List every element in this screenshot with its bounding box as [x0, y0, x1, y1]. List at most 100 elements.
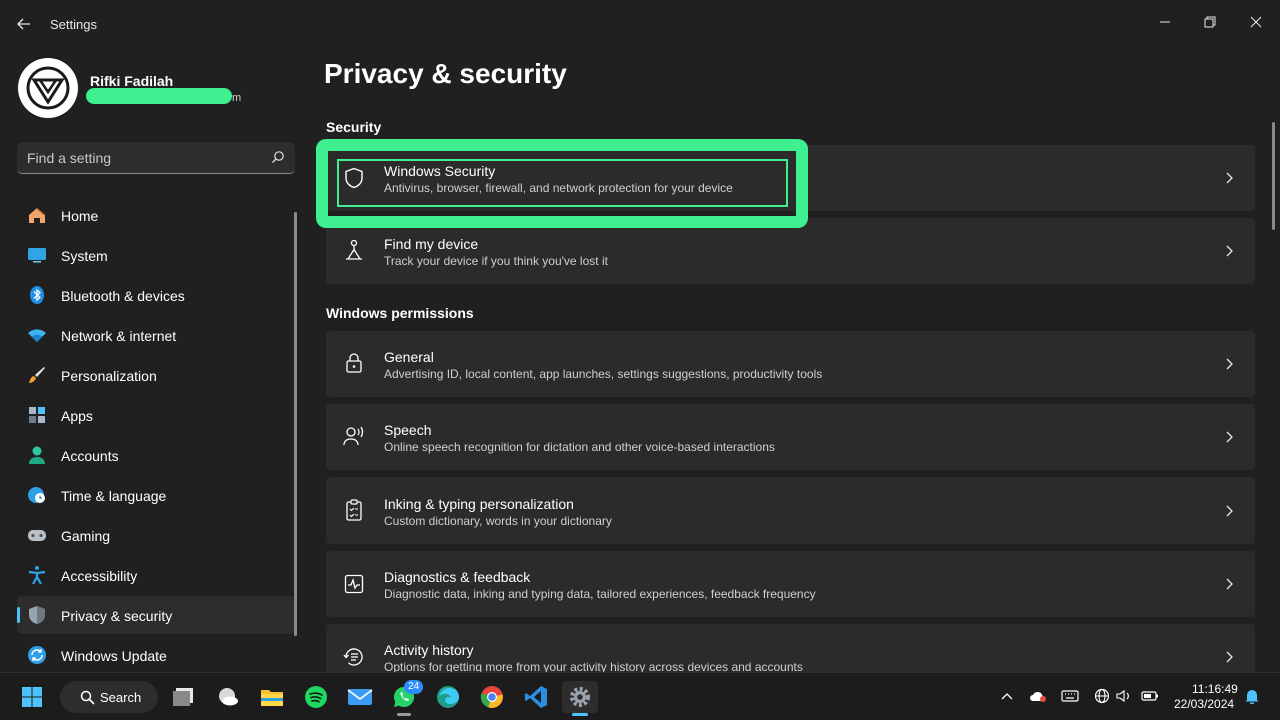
widgets-button[interactable]: [212, 681, 244, 713]
sidebar-item-label: Gaming: [61, 528, 111, 544]
title-bar: Settings: [0, 0, 1280, 48]
mail-icon: [347, 689, 373, 705]
apps-icon: [29, 407, 45, 423]
chevron-right-icon: [1226, 245, 1233, 257]
home-icon: [29, 208, 45, 223]
card-title: Find my device: [384, 236, 479, 252]
avatar[interactable]: [18, 58, 78, 118]
brush-icon: [29, 367, 45, 383]
onedrive-tray-button[interactable]: [1029, 688, 1047, 704]
sidebar-item-label: Network & internet: [61, 328, 177, 344]
chevron-right-icon: [1226, 358, 1233, 370]
card-description: Online speech recognition for dictation …: [384, 440, 775, 454]
profile-logo-icon: [26, 66, 70, 110]
active-indicator: [572, 713, 588, 716]
app-title: Settings: [50, 17, 97, 32]
gear-icon: [570, 687, 590, 707]
windows-logo-icon: [22, 687, 42, 707]
card-speech[interactable]: Speech Online speech recognition for dic…: [326, 404, 1255, 470]
sidebar-item-time-language[interactable]: Time & language: [17, 476, 295, 514]
clock-time[interactable]: 11:16:49: [1192, 682, 1238, 696]
task-view-button[interactable]: [168, 681, 200, 713]
taskbar-search-label: Search: [100, 690, 142, 705]
sidebar-item-personalization[interactable]: Personalization: [17, 356, 295, 394]
minimize-icon: [1160, 21, 1170, 23]
sidebar-item-network[interactable]: Network & internet: [17, 316, 295, 354]
globe-icon: [1094, 688, 1110, 704]
card-title: Activity history: [384, 642, 474, 658]
search-box[interactable]: [17, 142, 295, 174]
chevron-right-icon: [1226, 578, 1233, 590]
sidebar-item-label: Personalization: [61, 368, 157, 384]
card-activity-history[interactable]: Activity history Options for getting mor…: [326, 624, 1255, 674]
sidebar-item-accessibility[interactable]: Accessibility: [17, 556, 295, 594]
back-button[interactable]: [10, 10, 38, 38]
card-description: Advertising ID, local content, app launc…: [384, 367, 823, 381]
highlight-annotation-inner: [337, 159, 788, 207]
card-diagnostics-feedback[interactable]: Diagnostics & feedback Diagnostic data, …: [326, 551, 1255, 617]
search-input[interactable]: [27, 148, 257, 168]
chrome-icon: [480, 686, 503, 708]
sidebar-item-apps[interactable]: Apps: [17, 396, 295, 434]
globe-clock-icon: [28, 487, 45, 503]
battery-icon: [1141, 691, 1158, 701]
card-description: Track your device if you think you've lo…: [384, 254, 608, 268]
search-icon[interactable]: [271, 150, 285, 164]
minimize-button[interactable]: [1142, 6, 1188, 38]
sidebar-item-label: System: [61, 248, 108, 264]
cloud-icon: [1030, 691, 1046, 702]
chrome-button[interactable]: [476, 681, 508, 713]
mail-button[interactable]: [344, 681, 376, 713]
bluetooth-icon: [30, 286, 44, 304]
clock-date[interactable]: 22/03/2024: [1174, 697, 1234, 711]
find-device-icon: [343, 239, 365, 261]
sidebar-item-privacy-security[interactable]: Privacy & security: [17, 596, 295, 634]
speaker-icon: [1116, 689, 1129, 703]
folder-icon: [261, 690, 283, 706]
sidebar-item-system[interactable]: System: [17, 236, 295, 274]
vscode-button[interactable]: [520, 681, 552, 713]
sidebar-item-home[interactable]: Home: [17, 196, 295, 234]
sidebar-item-gaming[interactable]: Gaming: [17, 516, 295, 554]
edge-button[interactable]: [432, 681, 464, 713]
main-scrollbar[interactable]: [1272, 122, 1275, 230]
sidebar-item-label: Privacy & security: [61, 608, 173, 624]
sidebar-item-windows-update[interactable]: Windows Update: [17, 636, 295, 674]
start-button[interactable]: [16, 681, 48, 713]
spotify-icon: [305, 686, 327, 708]
show-hidden-icons-button[interactable]: [998, 688, 1016, 704]
task-view-icon: [173, 688, 193, 706]
chevron-right-icon: [1226, 172, 1233, 184]
card-title: General: [384, 349, 434, 365]
card-inking-typing[interactable]: Inking & typing personalization Custom d…: [326, 477, 1255, 544]
restore-button[interactable]: [1187, 6, 1233, 38]
sidebar-scrollbar[interactable]: [294, 212, 297, 636]
network-tray-button[interactable]: [1093, 688, 1111, 704]
settings-taskbar-button[interactable]: [562, 681, 598, 713]
diagnostics-icon: [343, 573, 365, 595]
sidebar-item-label: Accessibility: [61, 568, 138, 584]
sidebar-item-accounts[interactable]: Accounts: [17, 436, 295, 474]
keyboard-icon: [1061, 690, 1079, 702]
close-button[interactable]: [1233, 6, 1279, 38]
search-icon: [80, 690, 95, 705]
taskbar-search[interactable]: Search: [60, 681, 158, 713]
volume-tray-button[interactable]: [1115, 688, 1133, 704]
keyboard-tray-button[interactable]: [1061, 688, 1079, 704]
system-icon: [28, 248, 46, 263]
page-title: Privacy & security: [324, 58, 567, 89]
profile-email-redaction: [86, 88, 232, 104]
card-general[interactable]: General Advertising ID, local content, a…: [326, 331, 1255, 397]
file-explorer-button[interactable]: [256, 681, 288, 713]
running-indicator: [397, 713, 411, 716]
sidebar-item-bluetooth[interactable]: Bluetooth & devices: [17, 276, 295, 314]
profile-name: Rifki Fadilah: [90, 73, 174, 89]
sidebar-item-label: Bluetooth & devices: [61, 288, 185, 304]
section-heading-windows-permissions: Windows permissions: [326, 305, 474, 321]
battery-tray-button[interactable]: [1141, 688, 1159, 704]
sidebar-item-label: Windows Update: [61, 648, 167, 664]
notifications-button[interactable]: [1243, 688, 1261, 704]
shield-icon: [29, 606, 45, 624]
spotify-button[interactable]: [300, 681, 332, 713]
card-title: Inking & typing personalization: [384, 496, 574, 512]
